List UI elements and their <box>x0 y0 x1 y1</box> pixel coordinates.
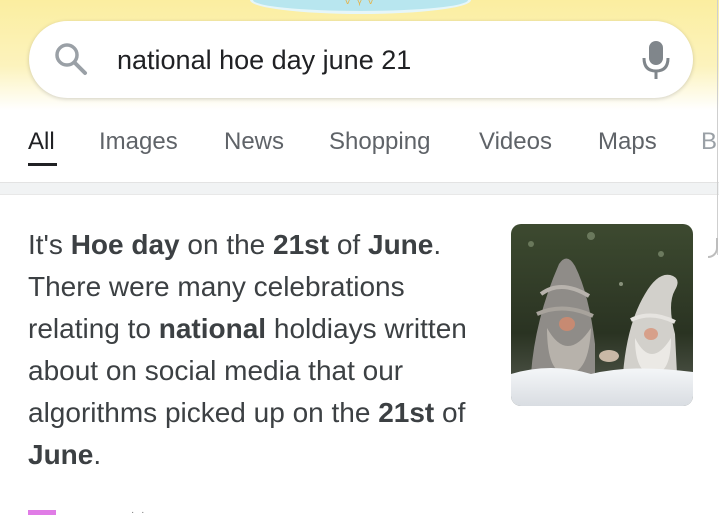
result-source-partial: · · <box>131 507 147 518</box>
tab-all[interactable]: All <box>28 128 55 156</box>
tab-images[interactable]: Images <box>99 128 178 156</box>
doodle-decoration: ᵥᵧᵥ <box>345 0 380 8</box>
answer-segment-bold: 21st <box>273 229 330 260</box>
answer-segment: of <box>329 229 368 260</box>
answer-segment: of <box>434 397 466 428</box>
search-input[interactable]: national hoe day june 21 <box>117 43 411 77</box>
result-source-badge <box>28 510 56 515</box>
active-tab-indicator <box>28 163 57 166</box>
tab-news[interactable]: News <box>224 128 284 156</box>
scroll-edge-hook <box>708 238 718 258</box>
answer-segment: It's <box>28 229 71 260</box>
tab-shopping[interactable]: Shopping <box>329 128 430 156</box>
search-tabs: All Images News Shopping Videos Maps B <box>0 120 719 176</box>
answer-text: It's Hoe day on the 21st of June. There … <box>28 224 498 476</box>
answer-segment: on the <box>179 229 274 260</box>
scroll-edge-line <box>717 0 718 255</box>
microphone-icon[interactable] <box>640 39 672 81</box>
answer-segment-bold: 21st <box>378 397 435 428</box>
answer-segment-bold: June <box>28 439 94 470</box>
gnomes-in-snow-image[interactable] <box>511 224 693 406</box>
answer-segment-bold: Hoe day <box>70 229 180 260</box>
section-divider <box>0 182 719 195</box>
answer-segment-bold: national <box>158 313 267 344</box>
answer-segment: . <box>93 439 102 470</box>
search-box[interactable]: national hoe day june 21 <box>29 21 693 98</box>
tab-maps[interactable]: Maps <box>598 128 657 156</box>
tab-videos[interactable]: Videos <box>479 128 552 156</box>
tab-books-partial[interactable]: B <box>701 128 717 156</box>
answer-segment-bold: June <box>368 229 434 260</box>
search-icon <box>55 43 87 75</box>
